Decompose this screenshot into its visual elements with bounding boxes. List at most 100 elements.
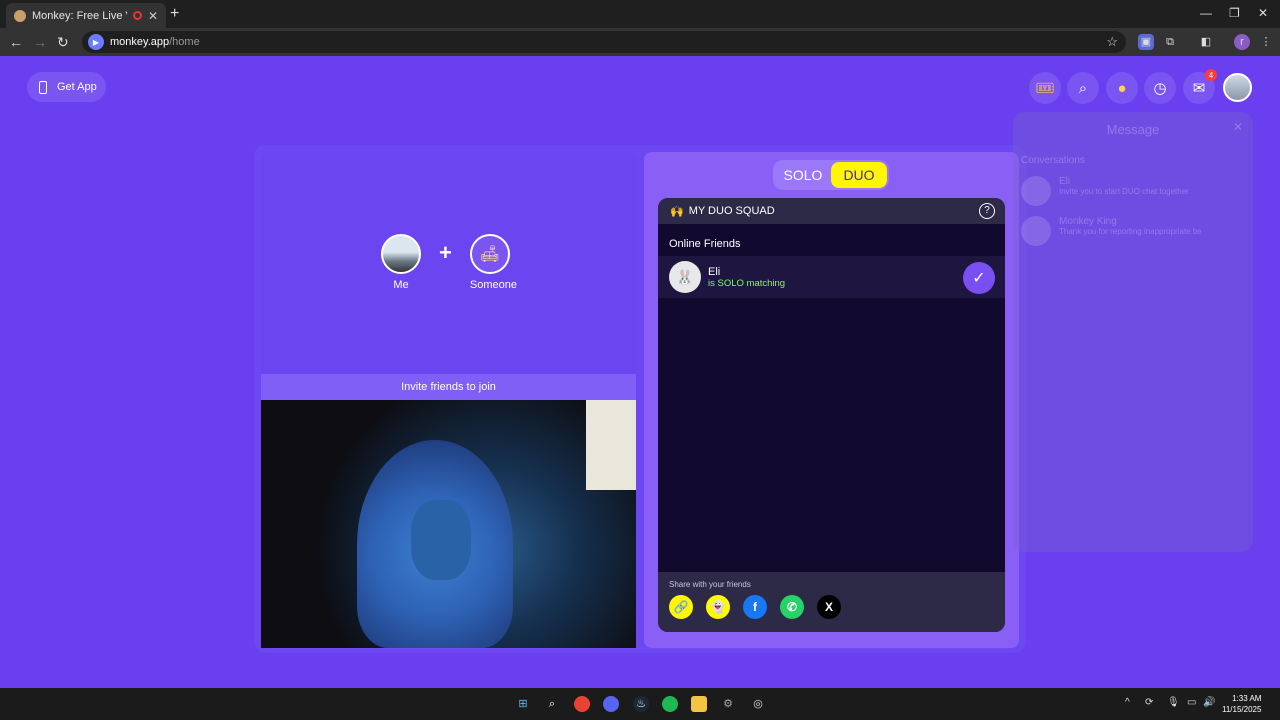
friend-row[interactable]: 🐰 Eli is SOLO matching ✓: [658, 256, 1005, 298]
conversation-item[interactable]: Monkey King Thank you for reporting inap…: [1021, 216, 1253, 246]
solo-tab[interactable]: SOLO: [775, 162, 831, 188]
new-tab-button[interactable]: +: [170, 5, 179, 23]
browser-toolbar: ← → ↻ ▶ monkey.app/home ☆: [0, 28, 1280, 56]
ticket-icon: 🎟: [1035, 80, 1055, 97]
messages-button[interactable]: ✉ 4: [1183, 69, 1217, 104]
browser-tab[interactable]: Monkey: Free Live Video Ch ✕: [6, 3, 166, 28]
coins-button[interactable]: ●: [1106, 72, 1138, 104]
camera-preview: [261, 400, 636, 648]
someone-slot[interactable]: 🛋 Someone: [469, 234, 517, 291]
sofa-icon: 🛋: [469, 234, 510, 274]
windows-start-icon[interactable]: ⊞: [515, 696, 531, 712]
address-bar[interactable]: ▶ monkey.app/home ☆: [82, 31, 1126, 53]
tray-chevron-icon[interactable]: ^: [1125, 697, 1130, 708]
background-wall: [586, 400, 636, 490]
volume-icon[interactable]: 🔊: [1203, 697, 1215, 708]
clock-icon: ◷: [1153, 80, 1167, 97]
raised-hands-icon: 🙌: [670, 205, 684, 218]
notification-badge: 4: [1205, 69, 1217, 81]
browser-tab-bar: Monkey: Free Live Video Ch ✕ + — ❐ ✕: [0, 0, 1280, 28]
spotify-icon[interactable]: [662, 696, 678, 712]
get-app-button[interactable]: Get App: [27, 72, 106, 102]
whatsapp-icon[interactable]: ✆: [780, 595, 804, 619]
squad-pane: SOLO DUO 🙌 MY DUO SQUAD ? Online Friends…: [644, 152, 1019, 648]
search-icon: ⌕: [1078, 79, 1088, 97]
squad-header: 🙌 MY DUO SQUAD ?: [658, 198, 1005, 224]
get-app-label: Get App: [57, 81, 97, 93]
friend-name: Eli: [708, 265, 721, 278]
browser-menu-icon[interactable]: ⋮: [1258, 34, 1274, 50]
close-window-icon[interactable]: ✕: [1258, 6, 1268, 20]
user-avatar[interactable]: [1223, 73, 1252, 102]
chrome-icon[interactable]: [574, 696, 590, 712]
profile-avatar[interactable]: r: [1234, 34, 1250, 50]
mode-toggle[interactable]: SOLO DUO: [773, 160, 889, 190]
discord-icon[interactable]: [603, 696, 619, 712]
snapchat-icon[interactable]: 👻: [706, 595, 730, 619]
friend-avatar: 🐰: [669, 261, 701, 293]
clock-time: 1:33 AM: [1232, 694, 1262, 703]
monkey-home-page: Get App 🎟 ⌕ ● ◷ ✉ 4 Me + 🛋 Someone Invit…: [0, 56, 1280, 688]
site-info-icon[interactable]: ▶: [88, 34, 104, 50]
conversation-name: Monkey King: [1059, 216, 1117, 227]
conversation-preview: Invite you to start DUO chat together: [1059, 187, 1189, 196]
free-ticket-button[interactable]: 🎟: [1029, 72, 1061, 104]
forward-icon[interactable]: →: [33, 34, 47, 50]
tab-title: Monkey: Free Live Video Ch: [32, 9, 127, 22]
message-title: Message: [1106, 122, 1160, 137]
extension-icon[interactable]: ▣: [1138, 34, 1154, 50]
conversation-avatar: [1021, 176, 1051, 206]
microphone-icon[interactable]: 🎙: [1167, 697, 1180, 708]
system-clock[interactable]: 1:33 AM 11/15/2025: [1222, 693, 1261, 715]
clock-date: 11/15/2025: [1222, 705, 1262, 714]
checkmark-icon: ✓: [972, 270, 986, 287]
invite-check-button[interactable]: ✓: [963, 262, 995, 294]
url-path: /home: [169, 36, 200, 48]
share-bar: Share with your friends 🔗 👻 f ✆ X: [658, 572, 1005, 632]
search-button[interactable]: ⌕: [1067, 72, 1099, 104]
conversation-avatar: [1021, 216, 1051, 246]
side-panel-icon[interactable]: ◧: [1198, 34, 1214, 50]
conversations-heading: Conversations: [1021, 155, 1085, 166]
me-label: Me: [393, 279, 409, 291]
pairing-pane: Me + 🛋 Someone Invite friends to join: [261, 152, 636, 648]
settings-gear-icon[interactable]: ⚙: [720, 696, 736, 712]
chat-icon: ✉: [1192, 80, 1206, 97]
minimize-window-icon[interactable]: —: [1200, 6, 1212, 20]
invite-friends-button[interactable]: Invite friends to join: [261, 374, 636, 400]
monkey-favicon-icon: [14, 9, 26, 22]
reload-icon[interactable]: ↻: [57, 34, 69, 51]
conversation-name: Eli: [1059, 176, 1071, 187]
file-explorer-icon[interactable]: [691, 696, 707, 712]
steam-icon[interactable]: ♨: [633, 696, 649, 712]
online-friends-heading: Online Friends: [669, 238, 741, 250]
phone-icon: [39, 80, 47, 94]
message-panel: Message ✕ Conversations Eli Invite you t…: [1013, 112, 1253, 552]
share-label: Share with your friends: [669, 580, 751, 589]
duo-tab[interactable]: DUO: [831, 162, 887, 188]
history-button[interactable]: ◷: [1144, 72, 1176, 104]
conversation-item[interactable]: Eli Invite you to start DUO chat togethe…: [1021, 176, 1253, 206]
x-icon[interactable]: X: [817, 595, 841, 619]
someone-label: Someone: [469, 279, 517, 291]
pair-row: Me + 🛋 Someone: [381, 234, 517, 291]
bookmark-star-icon[interactable]: ☆: [1106, 34, 1118, 50]
link-icon[interactable]: 🔗: [669, 595, 693, 619]
conversation-preview: Thank you for reporting inappropriate be: [1059, 227, 1202, 236]
duo-squad-card: 🙌 MY DUO SQUAD ? Online Friends 🐰 Eli is…: [658, 198, 1005, 632]
extensions-puzzle-icon[interactable]: ⧉: [1162, 34, 1178, 50]
me-avatar: [381, 234, 421, 274]
app-icon[interactable]: ◎: [750, 696, 766, 712]
coin-icon: ●: [1117, 79, 1127, 97]
help-icon[interactable]: ?: [979, 203, 995, 219]
close-tab-icon[interactable]: ✕: [148, 9, 158, 23]
sync-icon[interactable]: ⟳: [1145, 697, 1153, 708]
close-icon[interactable]: ✕: [1233, 120, 1243, 134]
url-host: monkey.app: [110, 36, 170, 48]
facebook-icon[interactable]: f: [743, 595, 767, 619]
squad-title: MY DUO SQUAD: [688, 205, 775, 217]
search-icon[interactable]: ⌕: [544, 696, 560, 712]
network-icon[interactable]: ▭: [1187, 697, 1196, 708]
back-icon[interactable]: ←: [9, 34, 23, 50]
restore-window-icon[interactable]: ❐: [1229, 6, 1240, 20]
